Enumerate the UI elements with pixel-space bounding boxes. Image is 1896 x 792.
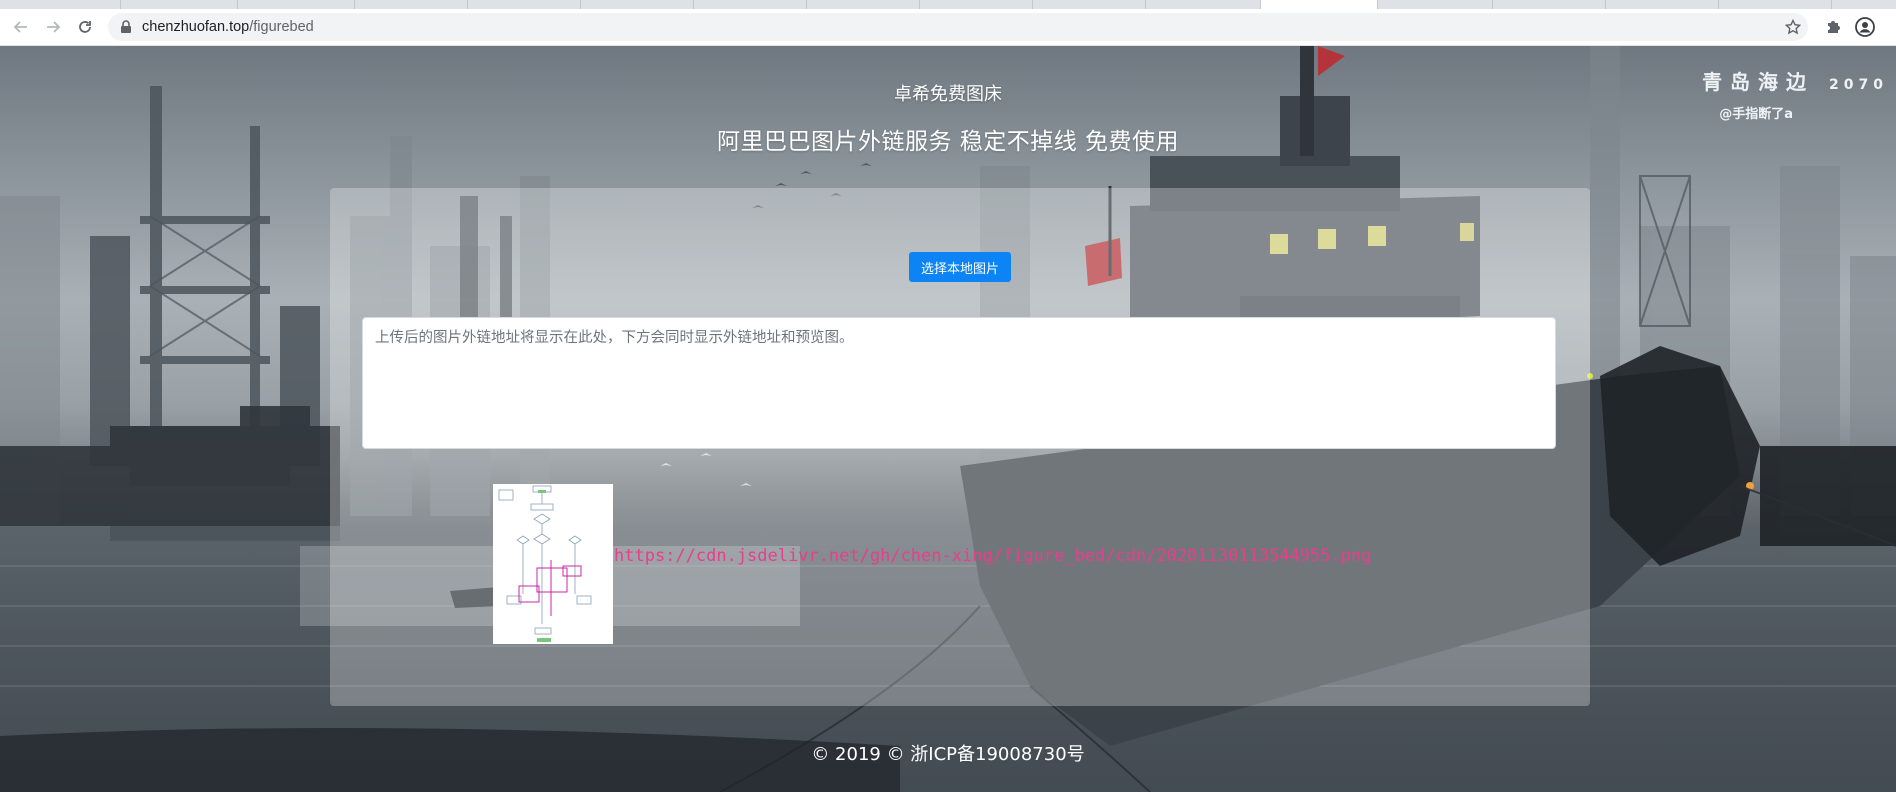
browser-tab[interactable] [238, 0, 355, 9]
browser-tab[interactable] [355, 0, 468, 9]
upload-panel: 选择本地图片 上传后的图片外链地址将显示在此处，下方会同时显示外链地址和预览图。… [330, 188, 1590, 706]
profile-button[interactable] [1853, 15, 1877, 39]
url-text: chenzhuofan.top/figurebed [142, 19, 314, 35]
back-button[interactable] [9, 15, 33, 39]
tab-strip [0, 0, 1896, 9]
browser-tab[interactable] [0, 0, 121, 9]
browser-tab[interactable] [1719, 0, 1832, 9]
reload-button[interactable] [73, 15, 97, 39]
page-title: 卓希免费图床 [894, 84, 1002, 105]
link-output-textarea[interactable] [362, 317, 1556, 449]
extensions-button[interactable] [1821, 15, 1845, 39]
flowchart-thumbnail [493, 484, 613, 644]
browser-tab[interactable] [1033, 0, 1146, 9]
lock-icon [121, 20, 131, 33]
choose-local-image-button[interactable]: 选择本地图片 [909, 252, 1011, 282]
browser-tab-active[interactable] [1261, 0, 1378, 9]
browser-tab[interactable] [121, 0, 238, 9]
star-icon [1785, 19, 1801, 35]
back-arrow-icon [13, 21, 27, 33]
footer-copyright: © 2019 © 浙ICP备19008730号 [811, 744, 1085, 765]
account-icon [1855, 17, 1875, 37]
url-host: chenzhuofan.top [142, 19, 250, 35]
page-viewport: 青岛海边 2070 @手指断了a 卓希免费图床 阿里巴巴图片外链服务 稳定不掉线… [0, 46, 1896, 792]
address-bar[interactable]: chenzhuofan.top/figurebed [108, 13, 1808, 41]
forward-button[interactable] [41, 15, 65, 39]
browser-tab[interactable] [920, 0, 1033, 9]
browser-tab[interactable] [468, 0, 581, 9]
browser-toolbar: chenzhuofan.top/figurebed [0, 9, 1896, 46]
browser-tab[interactable] [1493, 0, 1606, 9]
image-preview[interactable] [493, 484, 613, 644]
page-subtitle: 阿里巴巴图片外链服务 稳定不掉线 免费使用 [716, 129, 1180, 155]
url-path: /figurebed [249, 19, 314, 35]
browser-tab[interactable] [1146, 0, 1261, 9]
browser-tab[interactable] [807, 0, 920, 9]
forward-arrow-icon [47, 21, 61, 33]
browser-tab[interactable] [581, 0, 694, 9]
browser-tab[interactable] [694, 0, 807, 9]
browser-tab[interactable] [1378, 0, 1493, 9]
reload-icon [79, 21, 91, 33]
extensions-puzzle-icon [1828, 21, 1840, 33]
image-link-text[interactable]: https://cdn.jsdelivr.net/gh/chen-xing/fi… [614, 546, 1371, 566]
browser-tab[interactable] [1606, 0, 1719, 9]
bookmark-star-button[interactable] [1781, 15, 1805, 39]
